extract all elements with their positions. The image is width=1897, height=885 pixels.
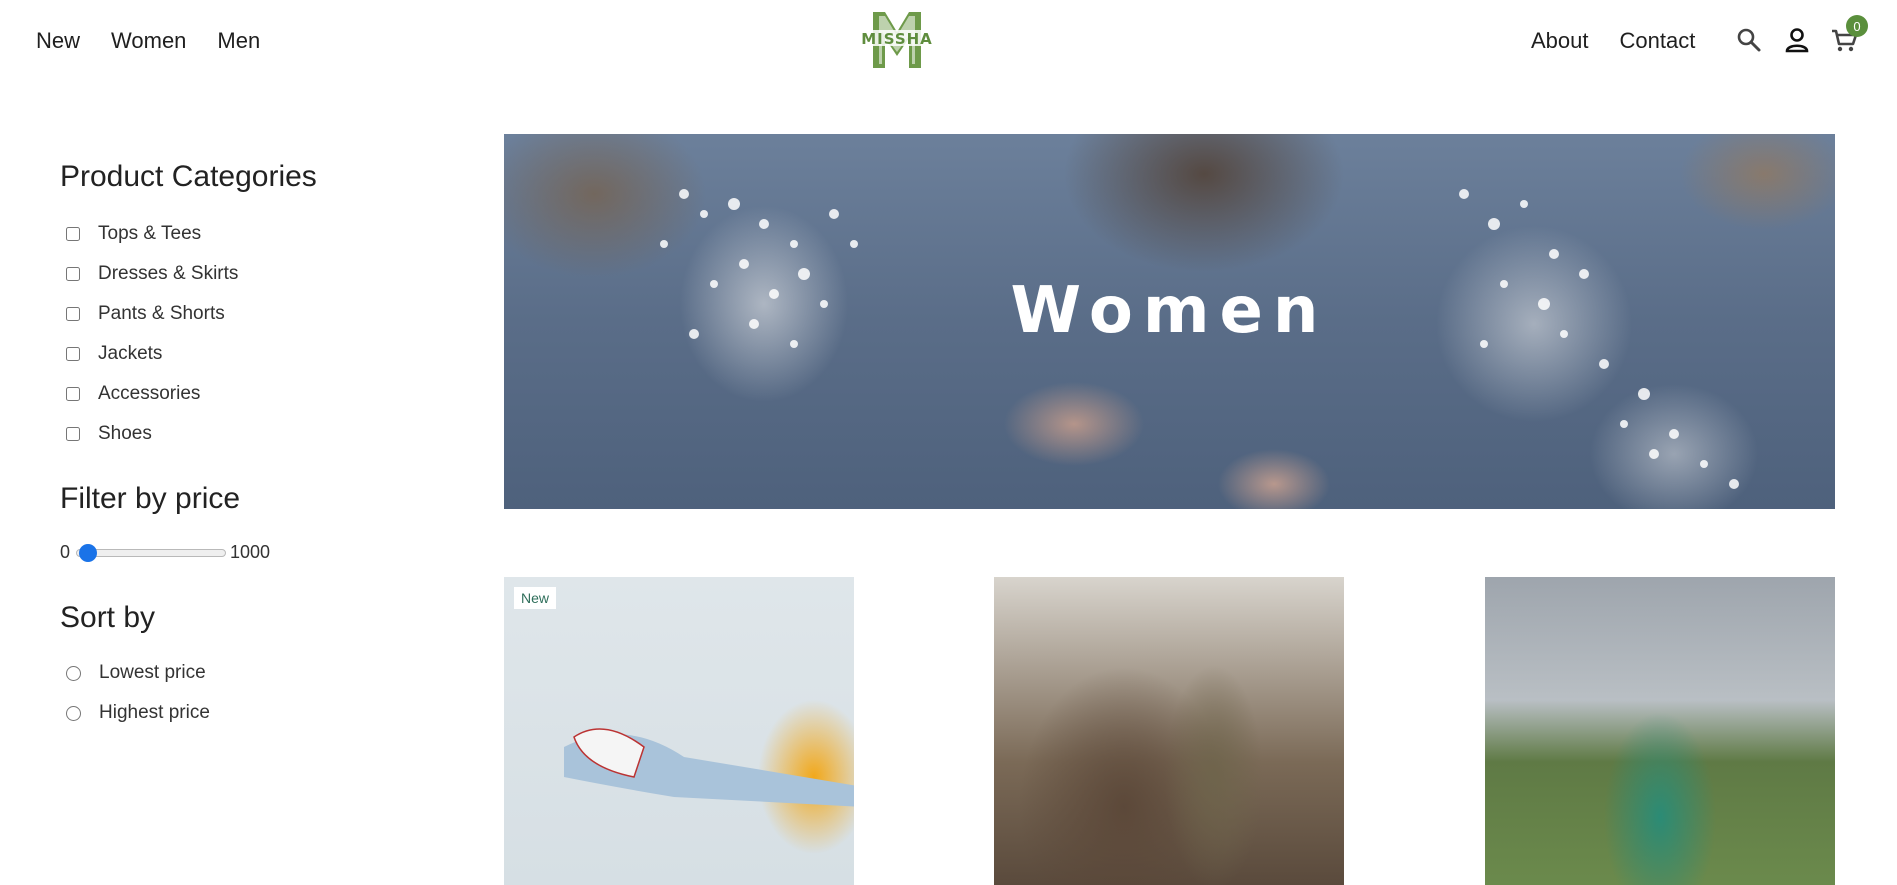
sort-label: Highest price bbox=[99, 702, 210, 723]
account-icon[interactable] bbox=[1781, 24, 1813, 56]
categories-heading: Product Categories bbox=[60, 160, 317, 193]
site-header: New Women Men MISSHA About Contact 0 bbox=[0, 0, 1897, 86]
category-item[interactable]: Accessories bbox=[60, 374, 420, 414]
price-min-label: 0 bbox=[60, 542, 71, 562]
search-icon[interactable] bbox=[1733, 24, 1765, 56]
category-item[interactable]: Dresses & Skirts bbox=[60, 254, 420, 294]
sort-options: Lowest price Highest price bbox=[60, 653, 420, 733]
nav-contact[interactable]: Contact bbox=[1620, 28, 1696, 54]
nav-new[interactable]: New bbox=[36, 28, 80, 54]
primary-nav: New Women Men bbox=[36, 28, 260, 54]
sort-radio[interactable] bbox=[66, 705, 81, 721]
hero-title: Women bbox=[1010, 274, 1329, 348]
secondary-nav: About Contact bbox=[1531, 28, 1695, 54]
category-label: Pants & Shorts bbox=[98, 303, 225, 324]
category-list: Tops & Tees Dresses & Skirts Pants & Sho… bbox=[60, 214, 420, 454]
category-checkbox[interactable] bbox=[66, 347, 80, 361]
new-badge: New bbox=[514, 587, 557, 609]
category-checkbox[interactable] bbox=[66, 267, 80, 281]
nav-women[interactable]: Women bbox=[111, 28, 186, 54]
category-item[interactable]: Jackets bbox=[60, 334, 420, 374]
category-item[interactable]: Tops & Tees bbox=[60, 214, 420, 254]
category-label: Accessories bbox=[98, 383, 201, 404]
product-card[interactable] bbox=[994, 577, 1344, 885]
cart-count-badge: 0 bbox=[1846, 15, 1868, 37]
category-label: Shoes bbox=[98, 423, 152, 444]
category-checkbox[interactable] bbox=[66, 387, 80, 401]
price-max-label: 1000 bbox=[230, 542, 271, 562]
product-card[interactable]: New bbox=[504, 577, 854, 885]
category-checkbox[interactable] bbox=[66, 427, 80, 441]
nav-men[interactable]: Men bbox=[217, 28, 260, 54]
price-slider-thumb[interactable] bbox=[79, 543, 98, 562]
product-card[interactable] bbox=[1485, 577, 1835, 885]
price-filter: 0 1000 bbox=[60, 542, 420, 563]
filter-sidebar: Product Categories Tops & Tees Dresses &… bbox=[60, 160, 420, 733]
sort-option[interactable]: Lowest price bbox=[60, 653, 420, 693]
sort-radio[interactable] bbox=[66, 665, 81, 681]
category-label: Tops & Tees bbox=[98, 223, 202, 244]
hero-banner: Women bbox=[504, 134, 1835, 509]
nav-about[interactable]: About bbox=[1531, 28, 1589, 54]
product-image bbox=[564, 728, 854, 807]
price-slider[interactable] bbox=[76, 543, 227, 562]
category-checkbox[interactable] bbox=[66, 307, 80, 321]
sort-heading: Sort by bbox=[60, 601, 156, 634]
price-filter-heading: Filter by price bbox=[60, 482, 241, 515]
category-item[interactable]: Pants & Shorts bbox=[60, 294, 420, 334]
category-item[interactable]: Shoes bbox=[60, 414, 420, 454]
category-label: Dresses & Skirts bbox=[98, 263, 239, 284]
brand-logo[interactable]: MISSHA bbox=[855, 8, 939, 72]
sort-label: Lowest price bbox=[99, 662, 206, 683]
sort-option[interactable]: Highest price bbox=[60, 693, 420, 733]
svg-text:MISSHA: MISSHA bbox=[861, 30, 933, 48]
category-checkbox[interactable] bbox=[66, 227, 80, 241]
category-label: Jackets bbox=[98, 343, 163, 364]
